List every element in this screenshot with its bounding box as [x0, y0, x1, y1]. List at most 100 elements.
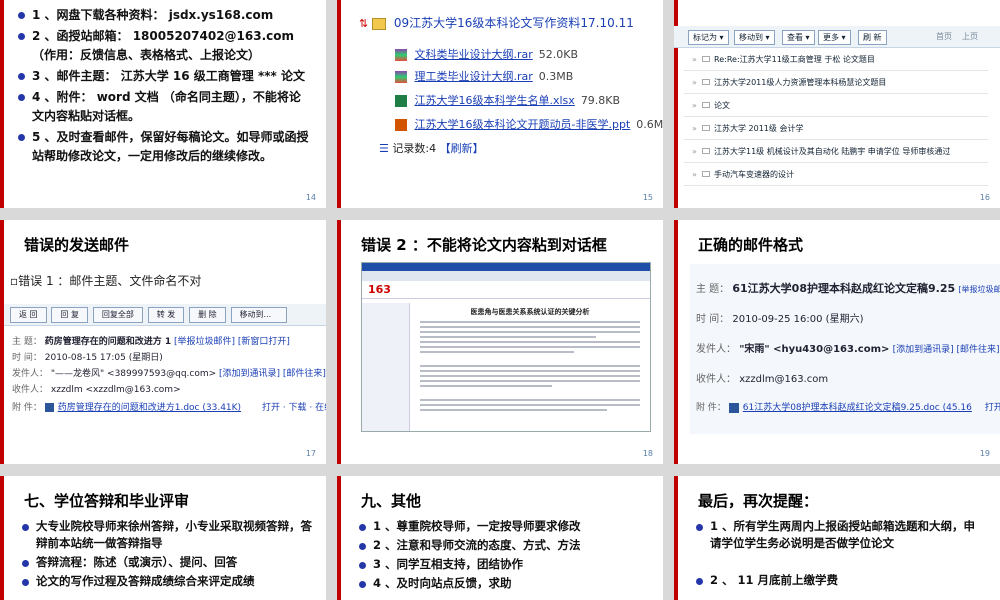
move-to-select[interactable]: 移动到...: [230, 307, 287, 323]
slide-title: 错误 2 ：不能将论文内容粘到对话框: [361, 236, 607, 254]
slide-16[interactable]: 标记为 ▾ 移动到 ▾ 查看 ▾ 更多 ▾ 刷 新 首页 上页 Re:Re:江苏…: [674, 0, 1000, 208]
slide-title: 最后，再次提醒：: [698, 492, 819, 510]
slide-18[interactable]: 错误 2 ：不能将论文内容粘到对话框 163 医患角与医患关系系统认证的关键分析…: [337, 220, 663, 464]
attachment-link[interactable]: 61江苏大学08护理本科赵成红论文定稿9.25.doc (45.16: [743, 403, 972, 413]
file-row[interactable]: 江苏大学16级本科论文开题动员-非医学.ppt 0.6MB: [395, 116, 663, 132]
attachment-actions[interactable]: 打开 · 下载 · 在线预览: [985, 403, 1000, 413]
attachment-row: 附 件： 61江苏大学08护理本科赵成红论文定稿9.25.doc (45.16 …: [696, 400, 1000, 413]
more-button[interactable]: 更多 ▾: [818, 30, 851, 45]
file-row[interactable]: 江苏大学16级本科学生名单.xlsx 79.8KB: [395, 92, 620, 108]
file-row[interactable]: 理工类毕业设计大纲.rar 0.3MB: [395, 68, 573, 84]
delete-button[interactable]: 删 除: [189, 307, 226, 323]
from-links[interactable]: [添加到通讯录] [邮件往来] [拒收]: [893, 345, 1000, 355]
list-item: 4 、附件： word 文档 （命名同主题），不能将论文内容粘贴对话框。: [18, 88, 312, 126]
window-titlebar: [362, 263, 650, 271]
subject-links[interactable]: [举报垃圾邮件] [新窗口打开]: [958, 285, 1000, 294]
word-icon: [44, 403, 54, 412]
mail-view: 主 题： 61江苏大学08护理本科赵成红论文定稿9.25 [举报垃圾邮件] [新…: [690, 264, 1000, 434]
reply-button[interactable]: 回 复: [51, 307, 88, 323]
refresh-button[interactable]: 刷 新: [858, 30, 887, 45]
list-item: 1 、所有学生两周内上报函授站邮箱选题和大纲，申请学位学生务必说明是否做学位论文: [696, 518, 986, 552]
mail-subject: Re:Re:江苏大学11级工商管理 于松 论文题目: [714, 55, 875, 64]
envelope-icon: [702, 102, 710, 108]
slide-19[interactable]: 正确的邮件格式 主 题： 61江苏大学08护理本科赵成红论文定稿9.25 [举报…: [674, 220, 1000, 464]
attachment-link[interactable]: 药房管理存在的问题和改进方1.doc (33.41K): [58, 403, 241, 413]
slide-20-list: 大专业院校导师来徐州答辩，小专业采取视频答辩，答辩前本站统一做答辩指导 答辩流程…: [22, 518, 312, 592]
slide-17[interactable]: 错误的发送邮件 ▫错误 1 ：邮件主题、文件命名不对 返 回 回 复 回复全部 …: [0, 220, 326, 464]
record-label: 记录数:4: [392, 142, 437, 155]
first-page-link[interactable]: 首页: [936, 31, 952, 42]
ppt-icon: [395, 119, 407, 131]
time-value: 2010-09-25 16:00 (星期六): [732, 314, 864, 325]
subject-label: 主 题：: [696, 284, 730, 295]
envelope-icon: [702, 56, 710, 62]
table-row[interactable]: 江苏大学 2011级 会计学: [684, 117, 988, 140]
record-count: ☰ 记录数:4 【刷新】: [379, 140, 484, 156]
slide-21[interactable]: 九、其他 1 、尊重院校导师，一定按导师要求修改 2 、注意和导师交流的态度、方…: [337, 476, 663, 600]
table-row[interactable]: 江苏大学11级 机械设计及其自动化 陆鹏宇 申请学位 导师审核通过: [684, 140, 988, 163]
table-row[interactable]: 江苏大学2011级人力资源管理本科杨慧论文题目: [684, 71, 988, 94]
attachment-row: 附 件： 药房管理存在的问题和改进方1.doc (33.41K) 打开 · 下载…: [12, 400, 326, 413]
from-label: 发件人：: [696, 344, 736, 355]
list-item: 4 、及时向站点反馈，求助: [359, 575, 649, 592]
file-link[interactable]: 江苏大学16级本科论文开题动员-非医学.ppt: [415, 118, 631, 131]
file-link[interactable]: 江苏大学16级本科学生名单.xlsx: [415, 94, 575, 107]
slide-title: 九、其他: [361, 492, 422, 510]
mail-subject: 江苏大学 2011级 会计学: [714, 124, 804, 133]
forward-button[interactable]: 转 发: [147, 307, 185, 323]
pasted-document: 医患角与医患关系系统认证的关键分析: [420, 307, 640, 421]
list-item: 2 、 11 月底前上缴学费: [696, 572, 986, 589]
subject-links[interactable]: [举报垃圾邮件] [新窗口打开]: [174, 337, 290, 347]
sort-icon: ⇅: [359, 17, 369, 30]
slide-15[interactable]: ⇅ 09江苏大学16级本科论文写作资料17.10.11 文科类毕业设计大纲.ra…: [337, 0, 663, 208]
slide-22[interactable]: 最后，再次提醒： 1 、所有学生两周内上报函授站邮箱选题和大纲，申请学位学生务必…: [674, 476, 1000, 600]
prev-page-link[interactable]: 上页: [962, 31, 978, 42]
list-item: 3 、邮件主题： 江苏大学 16 级工商管理 *** 论文: [18, 67, 312, 86]
table-row[interactable]: Re:Re:江苏大学11级工商管理 于松 论文题目: [684, 48, 988, 71]
reply-all-button[interactable]: 回复全部: [92, 307, 143, 323]
to-label: 收件人：: [12, 385, 49, 395]
browser-screenshot: 163 医患角与医患关系系统认证的关键分析: [361, 262, 651, 432]
slide-number: 18: [642, 449, 653, 458]
mail-subject: 江苏大学11级 机械设计及其自动化 陆鹏宇 申请学位 导师审核通过: [714, 147, 951, 156]
refresh-link[interactable]: 【刷新】: [440, 142, 484, 155]
file-link[interactable]: 文科类毕业设计大纲.rar: [415, 48, 533, 61]
subject-row: 主 题： 药房管理存在的问题和改进方 1 [举报垃圾邮件] [新窗口打开]: [12, 334, 290, 347]
slide-sorter: 1 、网盘下载各种资料： jsdx.ys168.com 2 、函授站邮箱： 18…: [0, 0, 1000, 600]
mark-as-button[interactable]: 标记为 ▾: [688, 30, 729, 45]
file-row[interactable]: 文科类毕业设计大纲.rar 52.0KB: [395, 46, 578, 62]
envelope-icon: [702, 79, 710, 85]
subject-row: 主 题： 61江苏大学08护理本科赵成红论文定稿9.25 [举报垃圾邮件] [新…: [696, 280, 1000, 296]
view-button[interactable]: 查看 ▾: [782, 30, 815, 45]
list-item: 大专业院校导师来徐州答辩，小专业采取视频答辩，答辩前本站统一做答辩指导: [22, 518, 312, 552]
back-button[interactable]: 返 回: [10, 307, 47, 323]
envelope-icon: [702, 125, 710, 131]
folder-icon: [372, 17, 387, 30]
time-row: 时 间： 2010-08-15 17:05 (星期日): [12, 350, 163, 363]
subtitle-text: 错误 1 ：邮件主题、文件命名不对: [18, 274, 202, 288]
table-row[interactable]: 手动汽车变速器的设计: [684, 163, 988, 186]
slide-title: 七、学位答辩和毕业评审: [24, 492, 190, 510]
slide-number: 17: [305, 449, 316, 458]
file-size: 0.3MB: [538, 70, 574, 83]
mail-header: 163: [362, 281, 650, 299]
slide-number: 14: [305, 193, 316, 202]
attachment-actions[interactable]: 打开 · 下载 · 在线: [262, 403, 326, 413]
list-item: 3 、同学互相支持，团结协作: [359, 556, 649, 573]
slide-14[interactable]: 1 、网盘下载各种资料： jsdx.ys168.com 2 、函授站邮箱： 18…: [0, 0, 326, 208]
file-folder-listing: ⇅ 09江苏大学16级本科论文写作资料17.10.11 文科类毕业设计大纲.ra…: [359, 10, 663, 170]
list-item: 2 、函授站邮箱： 18005207402@163.com （作用：反馈信息、表…: [18, 27, 312, 65]
mail-subject: 江苏大学2011级人力资源管理本科杨慧论文题目: [714, 78, 887, 87]
list-item: 1 、网盘下载各种资料： jsdx.ys168.com: [18, 6, 312, 25]
time-label: 时 间：: [12, 353, 42, 363]
slide-subtitle: ▫错误 1 ：邮件主题、文件命名不对: [10, 274, 202, 288]
folder-name: 09江苏大学16级本科论文写作资料17.10.11: [393, 16, 634, 30]
slide-20[interactable]: 七、学位答辩和毕业评审 大专业院校导师来徐州答辩，小专业采取视频答辩，答辩前本站…: [0, 476, 326, 600]
table-row[interactable]: 论文: [684, 94, 988, 117]
move-to-button[interactable]: 移动到 ▾: [734, 30, 775, 45]
file-link[interactable]: 理工类毕业设计大纲.rar: [415, 70, 533, 83]
folder-row[interactable]: ⇅ 09江苏大学16级本科论文写作资料17.10.11: [359, 14, 634, 31]
list-icon: ☰: [379, 142, 389, 155]
mail-sidebar: [362, 303, 410, 431]
from-links[interactable]: [添加到通讯录] [邮件往来] [拒收]: [219, 369, 326, 379]
